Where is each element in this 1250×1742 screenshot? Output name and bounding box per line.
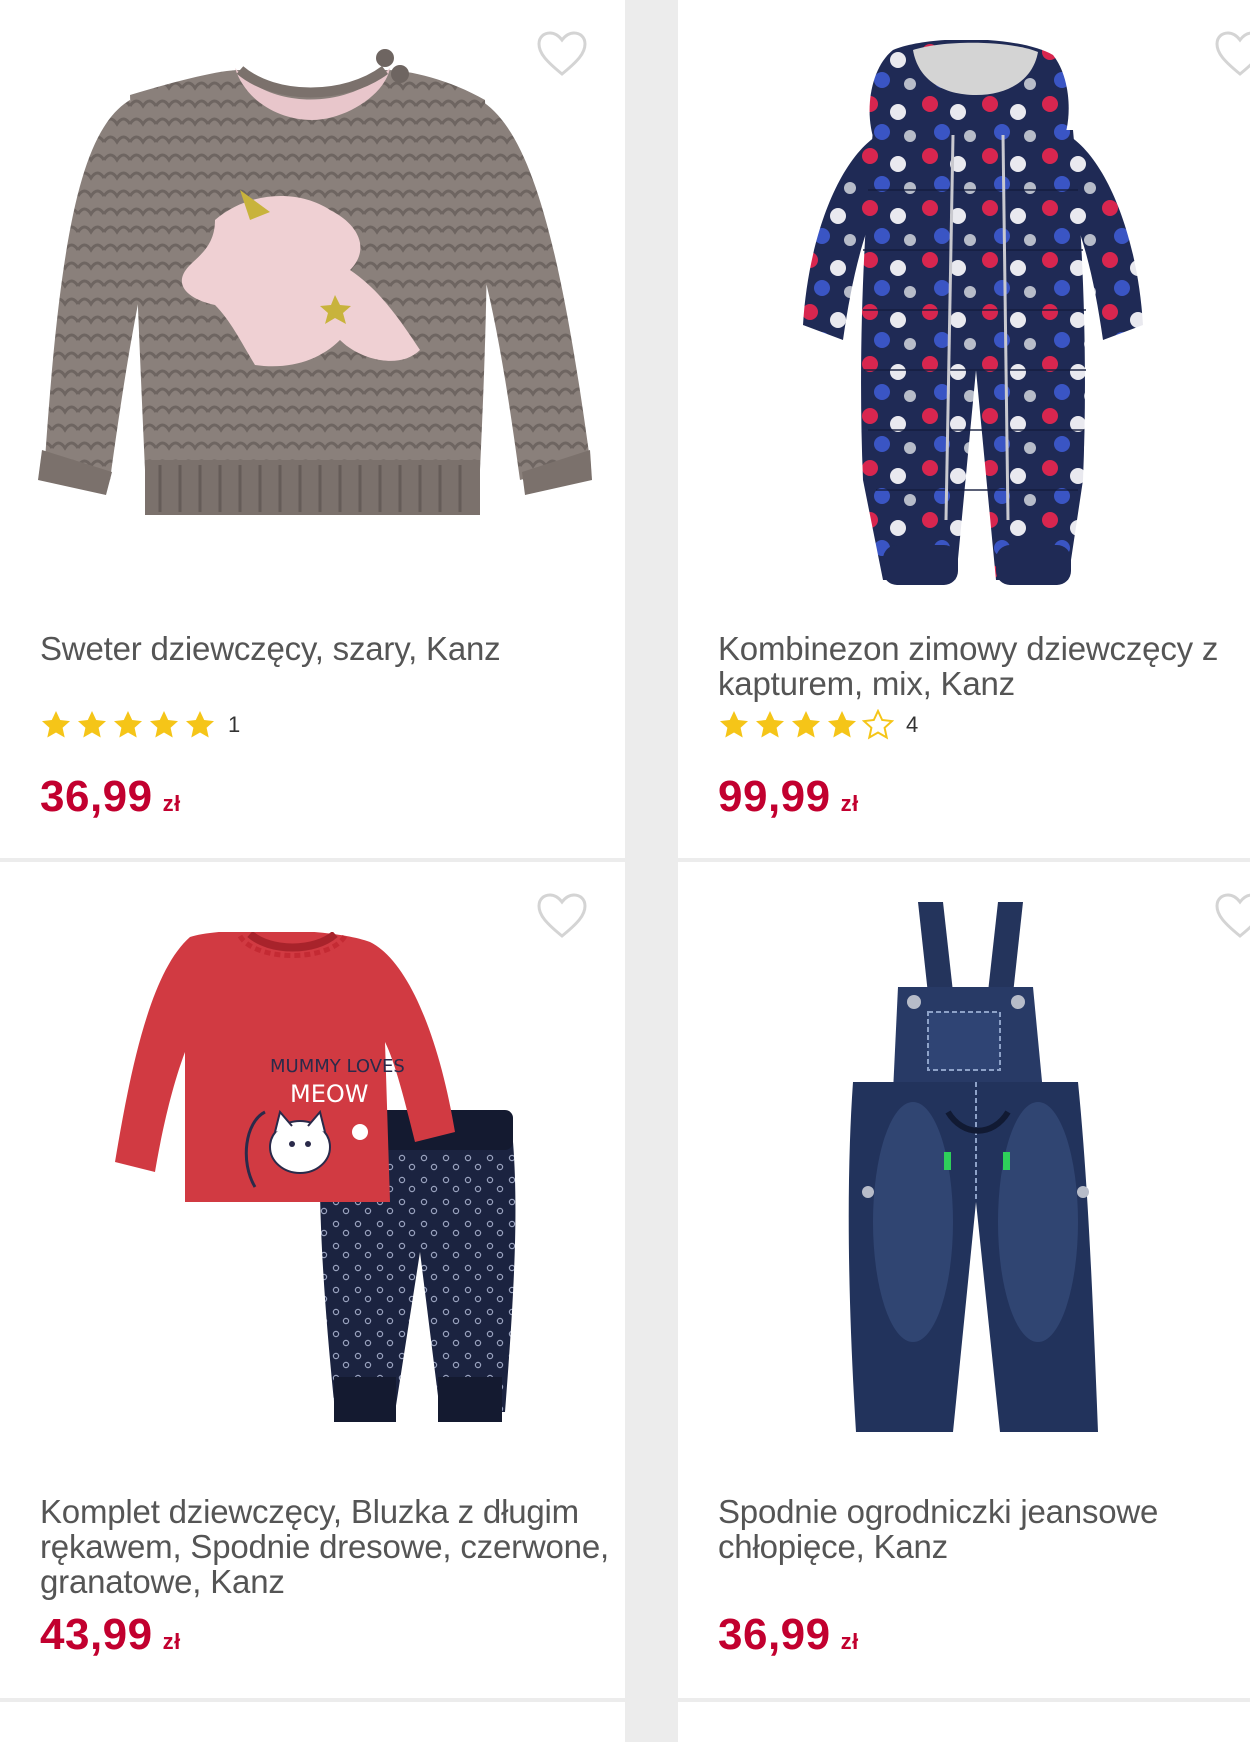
product-card[interactable]: MUMMY LOVES MEOW Komplet dziewczęcy, Blu… — [0, 862, 625, 1698]
star-filled-icon — [114, 711, 142, 738]
product-card[interactable] — [0, 1702, 625, 1742]
product-card[interactable]: Spodnie ogrodniczki jeansowe chłopięce, … — [678, 862, 1250, 1698]
product-image[interactable] — [678, 902, 1250, 1447]
product-title[interactable]: Komplet dziewczęcy, Bluzka z długim ręka… — [40, 1494, 617, 1599]
svg-text:MEOW: MEOW — [290, 1080, 369, 1108]
product-title[interactable]: Sweter dziewczęcy, szary, Kanz — [40, 631, 617, 666]
product-rating: 4 — [718, 708, 918, 742]
price-value: 36,99 — [718, 1610, 831, 1659]
product-image[interactable] — [0, 40, 625, 540]
product-price: 36,99 zł — [718, 1610, 859, 1660]
price-currency: zł — [162, 791, 181, 816]
star-filled-icon — [720, 711, 748, 738]
star-filled-icon — [792, 711, 820, 738]
product-card[interactable]: Sweter dziewczęcy, szary, Kanz 1 36,99 zł — [0, 0, 625, 858]
price-value: 36,99 — [40, 772, 153, 821]
price-value: 43,99 — [40, 1610, 153, 1659]
price-value: 99,99 — [718, 772, 831, 821]
review-count: 1 — [228, 712, 241, 737]
rating-stars — [40, 709, 220, 741]
star-filled-icon — [78, 711, 106, 738]
product-image[interactable] — [678, 40, 1250, 585]
product-rating: 1 — [40, 708, 240, 742]
product-price: 99,99 zł — [718, 772, 859, 822]
product-title[interactable]: Kombinezon zimowy dziewczęcy z kapturem,… — [718, 631, 1242, 701]
rating-stars — [718, 708, 898, 741]
star-filled-icon — [42, 711, 70, 738]
product-card[interactable]: Kombinezon zimowy dziewczęcy z kapturem,… — [678, 0, 1250, 858]
product-grid: Sweter dziewczęcy, szary, Kanz 1 36,99 zł — [0, 0, 1250, 1742]
svg-text:MUMMY LOVES: MUMMY LOVES — [270, 1056, 405, 1077]
price-currency: zł — [162, 1629, 181, 1654]
product-price: 36,99 zł — [40, 772, 181, 822]
price-currency: zł — [840, 1629, 859, 1654]
price-currency: zł — [840, 791, 859, 816]
product-card[interactable] — [678, 1702, 1250, 1742]
star-outline-icon — [861, 708, 895, 740]
star-filled-icon — [828, 711, 856, 738]
star-filled-icon — [756, 711, 784, 738]
product-image[interactable]: MUMMY LOVES MEOW — [0, 932, 625, 1432]
star-filled-icon — [186, 711, 214, 738]
product-title[interactable]: Spodnie ogrodniczki jeansowe chłopięce, … — [718, 1494, 1242, 1564]
review-count: 4 — [906, 712, 919, 737]
star-filled-icon — [150, 711, 178, 738]
product-price: 43,99 zł — [40, 1610, 181, 1660]
